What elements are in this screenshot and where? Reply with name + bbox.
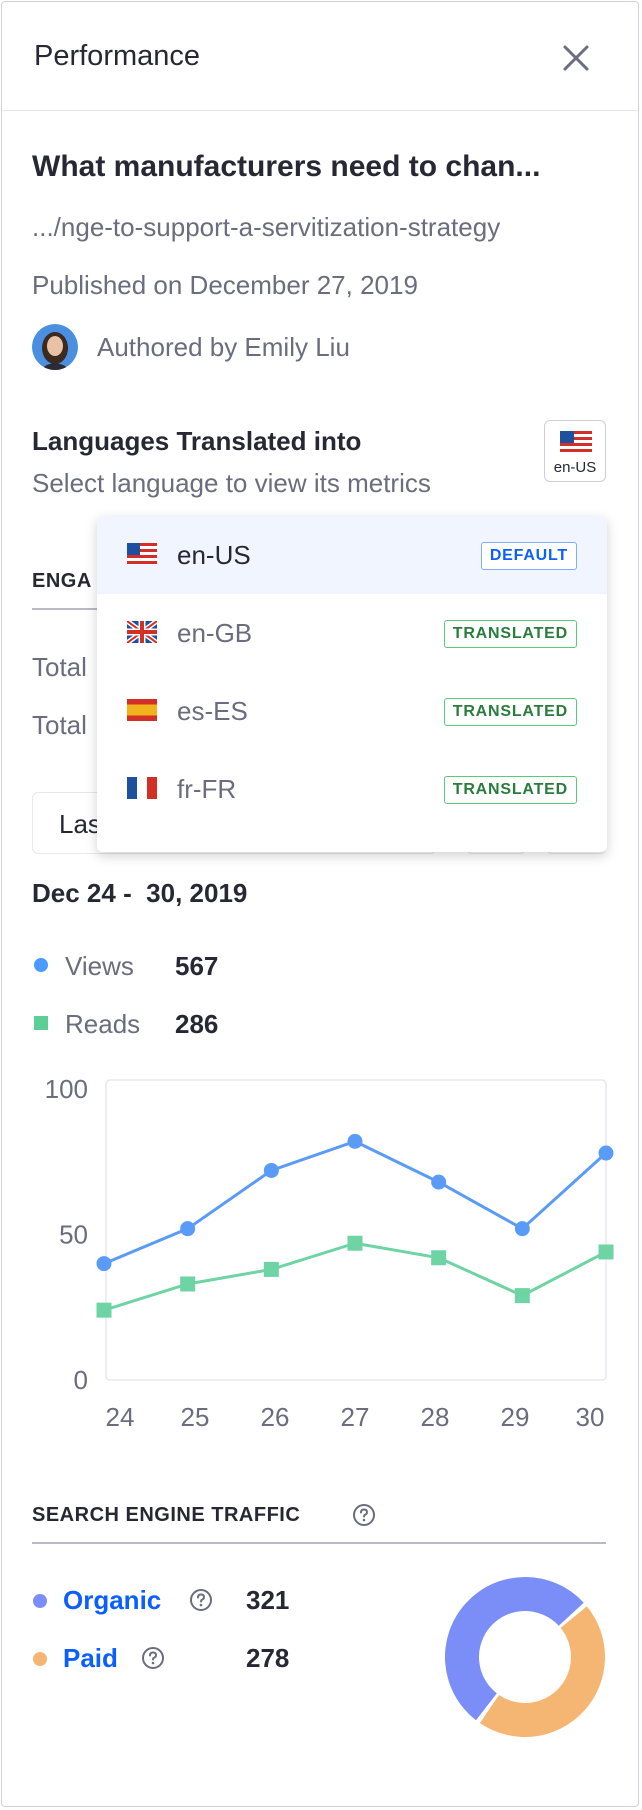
- views-data-point[interactable]: [598, 1145, 614, 1161]
- total-views-label: Total: [32, 652, 87, 682]
- views-legend-dot: [34, 958, 48, 972]
- language-code: fr-FR: [177, 774, 237, 804]
- reads-data-point[interactable]: [431, 1250, 447, 1266]
- language-option-en-us[interactable]: en-US DEFAULT: [97, 516, 607, 594]
- close-icon: [563, 45, 589, 71]
- question-circle-icon[interactable]: [189, 1588, 213, 1612]
- question-circle-icon[interactable]: [352, 1503, 376, 1527]
- reads-series-line: [103, 1241, 607, 1312]
- publish-date: Published on December 27, 2019: [32, 270, 418, 300]
- x-tick-label: 27: [341, 1402, 370, 1432]
- views-legend-value: 567: [175, 951, 219, 981]
- views-data-point[interactable]: [263, 1162, 279, 1178]
- x-tick-label: 28: [421, 1402, 450, 1432]
- views-data-point[interactable]: [347, 1133, 363, 1149]
- article-title: What manufacturers need to chan...: [32, 150, 541, 183]
- question-circle-icon[interactable]: [141, 1646, 165, 1670]
- views-data-point[interactable]: [96, 1256, 112, 1272]
- us-flag-icon: [560, 431, 592, 453]
- reads-legend-value: 286: [175, 1009, 219, 1039]
- translated-badge: TRANSLATED: [443, 698, 577, 726]
- x-tick-label: 30: [576, 1402, 605, 1432]
- uk-flag-icon: [127, 621, 157, 643]
- y-tick-label: 50: [59, 1220, 88, 1250]
- author-avatar: [32, 324, 78, 370]
- search-traffic-donut-chart: [445, 1577, 605, 1737]
- language-option-fr-fr[interactable]: fr-FR TRANSLATED: [97, 750, 607, 828]
- language-option-es-es[interactable]: es-ES TRANSLATED: [97, 672, 607, 750]
- search-traffic-divider: [32, 1542, 606, 1544]
- organic-link[interactable]: Organic: [63, 1585, 161, 1616]
- reads-data-point[interactable]: [598, 1244, 614, 1260]
- date-range-label: Dec 24 - 30, 2019: [32, 878, 248, 908]
- y-tick-label: 100: [45, 1074, 88, 1104]
- views-legend-label: Views: [65, 951, 134, 981]
- article-url: .../nge-to-support-a-servitization-strat…: [32, 212, 501, 242]
- x-tick-label: 24: [106, 1402, 135, 1432]
- reads-legend-square: [34, 1016, 48, 1030]
- traffic-line-chart: 100 50 0 24 25 26 27 28 29 30: [45, 1074, 614, 1432]
- reads-data-point[interactable]: [96, 1302, 112, 1318]
- engagement-heading: ENGA: [32, 570, 92, 592]
- language-code: es-ES: [177, 696, 248, 726]
- time-range-value: Las: [59, 809, 101, 839]
- y-tick-label: 0: [74, 1365, 88, 1395]
- paid-link[interactable]: Paid: [63, 1643, 118, 1674]
- reads-legend-label: Reads: [65, 1009, 141, 1039]
- us-flag-icon: [127, 543, 157, 565]
- translated-badge: TRANSLATED: [443, 620, 577, 648]
- language-selector-button[interactable]: en-US: [544, 420, 606, 482]
- views-data-point[interactable]: [514, 1221, 530, 1237]
- language-option-en-gb[interactable]: en-GB TRANSLATED: [97, 594, 607, 672]
- author-name: Authored by Emily Liu: [97, 332, 350, 362]
- paid-legend-dot: [33, 1652, 47, 1666]
- translated-badge: TRANSLATED: [443, 776, 577, 804]
- panel-title: Performance: [34, 40, 201, 72]
- language-code: en-GB: [177, 618, 253, 648]
- es-flag-icon: [127, 699, 157, 721]
- views-data-point[interactable]: [180, 1221, 196, 1237]
- paid-value: 278: [246, 1643, 290, 1673]
- reads-data-point[interactable]: [263, 1261, 279, 1277]
- reads-data-point[interactable]: [514, 1288, 530, 1304]
- language-dropdown: en-US DEFAULT en-GB TRANSLATED es-ES TRA…: [97, 516, 607, 852]
- selected-language-code: en-US: [553, 459, 597, 476]
- languages-title: Languages Translated into: [32, 426, 362, 456]
- languages-subtitle: Select language to view its metrics: [32, 468, 431, 498]
- views-data-point[interactable]: [431, 1174, 447, 1190]
- reads-data-point[interactable]: [180, 1276, 196, 1292]
- organic-value: 321: [246, 1585, 290, 1615]
- close-button[interactable]: [558, 40, 594, 76]
- default-badge: DEFAULT: [480, 542, 577, 570]
- language-code: en-US: [177, 540, 251, 570]
- x-tick-label: 26: [261, 1402, 290, 1432]
- fr-flag-icon: [127, 777, 157, 799]
- paid-donut-slice[interactable]: [479, 1606, 605, 1737]
- search-traffic-heading: SEARCH ENGINE TRAFFIC: [32, 1504, 301, 1526]
- x-tick-label: 29: [501, 1402, 530, 1432]
- total-reads-label: Total: [32, 710, 87, 740]
- reads-data-point[interactable]: [347, 1235, 363, 1251]
- panel-header: Performance: [2, 2, 638, 111]
- organic-legend-dot: [33, 1594, 47, 1608]
- x-tick-label: 25: [181, 1402, 210, 1432]
